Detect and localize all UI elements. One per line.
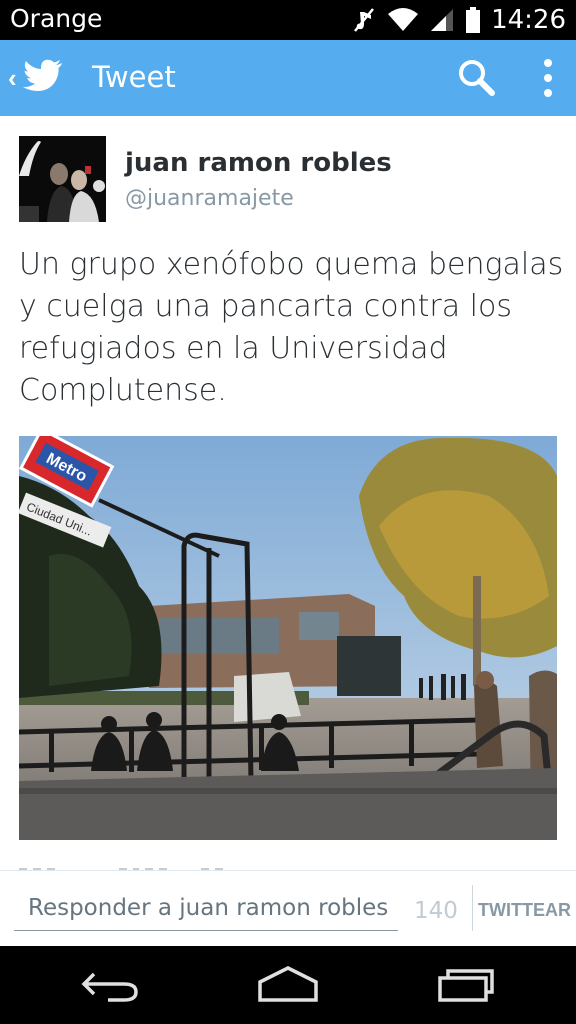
- back-icon: [81, 972, 138, 1002]
- page-title: Tweet: [92, 60, 176, 94]
- tweet-photo[interactable]: Metro Ciudad Uni...: [19, 436, 557, 840]
- back-button[interactable]: ‹: [0, 40, 90, 116]
- clock: 14:26: [491, 5, 566, 35]
- wifi-icon: [387, 7, 419, 33]
- divider: [472, 885, 473, 931]
- nav-back-button[interactable]: [76, 964, 146, 1008]
- reply-bar: Responder a juan ramon robles 140 TWITTE…: [0, 870, 576, 946]
- back-chevron-icon: ‹: [8, 62, 17, 93]
- char-count: 140: [414, 898, 458, 924]
- author-handle[interactable]: @juanramajete: [125, 186, 294, 211]
- app-bar: ‹ Tweet: [0, 40, 576, 116]
- avatar[interactable]: [19, 136, 106, 222]
- carrier-name: Orange: [10, 4, 103, 33]
- signal-icon: [429, 7, 455, 33]
- tweet-button[interactable]: TWITTEAR: [478, 900, 571, 921]
- nav-recent-apps-button[interactable]: [430, 964, 500, 1008]
- overflow-menu-icon: [544, 59, 552, 97]
- nav-bar: [0, 946, 576, 1024]
- reply-input[interactable]: Responder a juan ramon robles: [14, 891, 398, 931]
- search-button[interactable]: [455, 56, 499, 100]
- battery-icon: [465, 6, 481, 34]
- tweet-text: Un grupo xenófobo quema bengalas y cuelg…: [19, 247, 564, 408]
- nav-home-button[interactable]: [253, 964, 323, 1008]
- twitter-bird-icon: [22, 59, 63, 98]
- recent-apps-icon: [438, 969, 494, 1002]
- status-icons: 14:26: [351, 0, 566, 40]
- home-icon: [258, 966, 318, 1002]
- mute-icon: [351, 6, 377, 34]
- status-bar: Orange 14:26: [0, 0, 576, 40]
- search-icon: [459, 60, 495, 96]
- overflow-menu-button[interactable]: [532, 56, 564, 100]
- timestamp-partial: [19, 858, 259, 870]
- author-name[interactable]: juan ramon robles: [125, 148, 392, 178]
